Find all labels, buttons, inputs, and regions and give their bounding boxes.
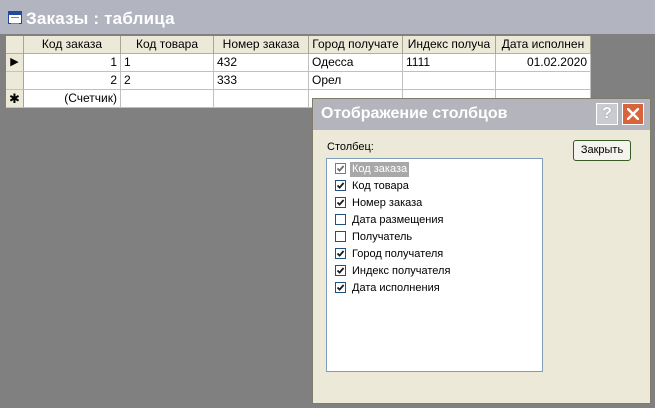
column-header-city[interactable]: Город получате (309, 36, 403, 54)
row-selector[interactable] (6, 72, 24, 90)
column-item-label: Индекс получателя (352, 265, 451, 277)
cell-order-number[interactable] (214, 90, 309, 108)
column-header-order-id[interactable]: Код заказа (24, 36, 121, 54)
cell-product-id[interactable] (121, 90, 214, 108)
column-header-product-id[interactable]: Код товара (121, 36, 214, 54)
column-item-label: Получатель (352, 231, 413, 243)
close-icon[interactable] (622, 103, 644, 125)
checkbox[interactable] (335, 180, 346, 191)
column-header-order-number[interactable]: Номер заказа (214, 36, 309, 54)
cell-index[interactable]: 1111 (403, 54, 496, 72)
column-item-label: Город получателя (352, 248, 444, 260)
column-header-index[interactable]: Индекс получа (403, 36, 496, 54)
column-item-label: Номер заказа (352, 197, 423, 209)
window-title: Заказы : таблица (26, 9, 175, 28)
checkbox[interactable] (335, 265, 346, 276)
table-row: 2 2 333 Орел (6, 72, 591, 90)
cell-order-id[interactable]: 2 (24, 72, 121, 90)
close-button[interactable]: Закрыть (573, 140, 631, 161)
table-row: ▶ 1 1 432 Одесса 1111 01.02.2020 (6, 54, 591, 72)
column-item-label: Дата размещения (352, 214, 444, 226)
cell-date[interactable]: 01.02.2020 (496, 54, 591, 72)
column-list-label: Столбец: (327, 141, 374, 153)
cell-city[interactable]: Одесса (309, 54, 403, 72)
column-item-label: Дата исполнения (352, 282, 440, 294)
cell-product-id[interactable]: 1 (121, 54, 214, 72)
cell-order-number[interactable]: 432 (214, 54, 309, 72)
checkbox[interactable] (335, 231, 346, 242)
cell-product-id[interactable]: 2 (121, 72, 214, 90)
checkbox[interactable] (335, 248, 346, 259)
checkbox[interactable] (335, 282, 346, 293)
unhide-columns-dialog: Отображение столбцов ? Столбец: Закрыть … (312, 98, 651, 404)
check-icon (336, 267, 345, 274)
window-titlebar[interactable]: Заказы : таблица (0, 0, 655, 34)
checkbox[interactable] (335, 197, 346, 208)
row-pointer-icon[interactable]: ▶ (6, 54, 24, 72)
dialog-title: Отображение столбцов (321, 105, 508, 122)
help-icon[interactable]: ? (596, 103, 618, 125)
grid-header: Код заказа Код товара Номер заказа Город… (6, 36, 591, 54)
column-item-label: Код заказа (350, 162, 410, 177)
cell-order-id-placeholder[interactable]: (Счетчик) (24, 90, 121, 108)
table-icon (8, 11, 22, 24)
column-item-label: Код товара (352, 180, 409, 192)
column-list[interactable]: Код заказа Код товара Номер заказа Дата … (326, 158, 543, 372)
new-record-icon[interactable]: ✱ (6, 90, 24, 108)
check-icon (336, 182, 345, 189)
check-icon (336, 250, 345, 257)
header-corner[interactable] (6, 36, 24, 54)
checkbox[interactable] (335, 163, 346, 174)
cell-date[interactable] (496, 72, 591, 90)
cell-order-id[interactable]: 1 (24, 54, 121, 72)
cell-index[interactable] (403, 72, 496, 90)
check-icon (336, 165, 345, 172)
cell-city[interactable]: Орел (309, 72, 403, 90)
cell-order-number[interactable]: 333 (214, 72, 309, 90)
column-header-date[interactable]: Дата исполнен (496, 36, 591, 54)
check-icon (336, 199, 345, 206)
check-icon (336, 284, 345, 291)
dialog-titlebar[interactable]: Отображение столбцов ? (313, 99, 650, 130)
checkbox[interactable] (335, 214, 346, 225)
